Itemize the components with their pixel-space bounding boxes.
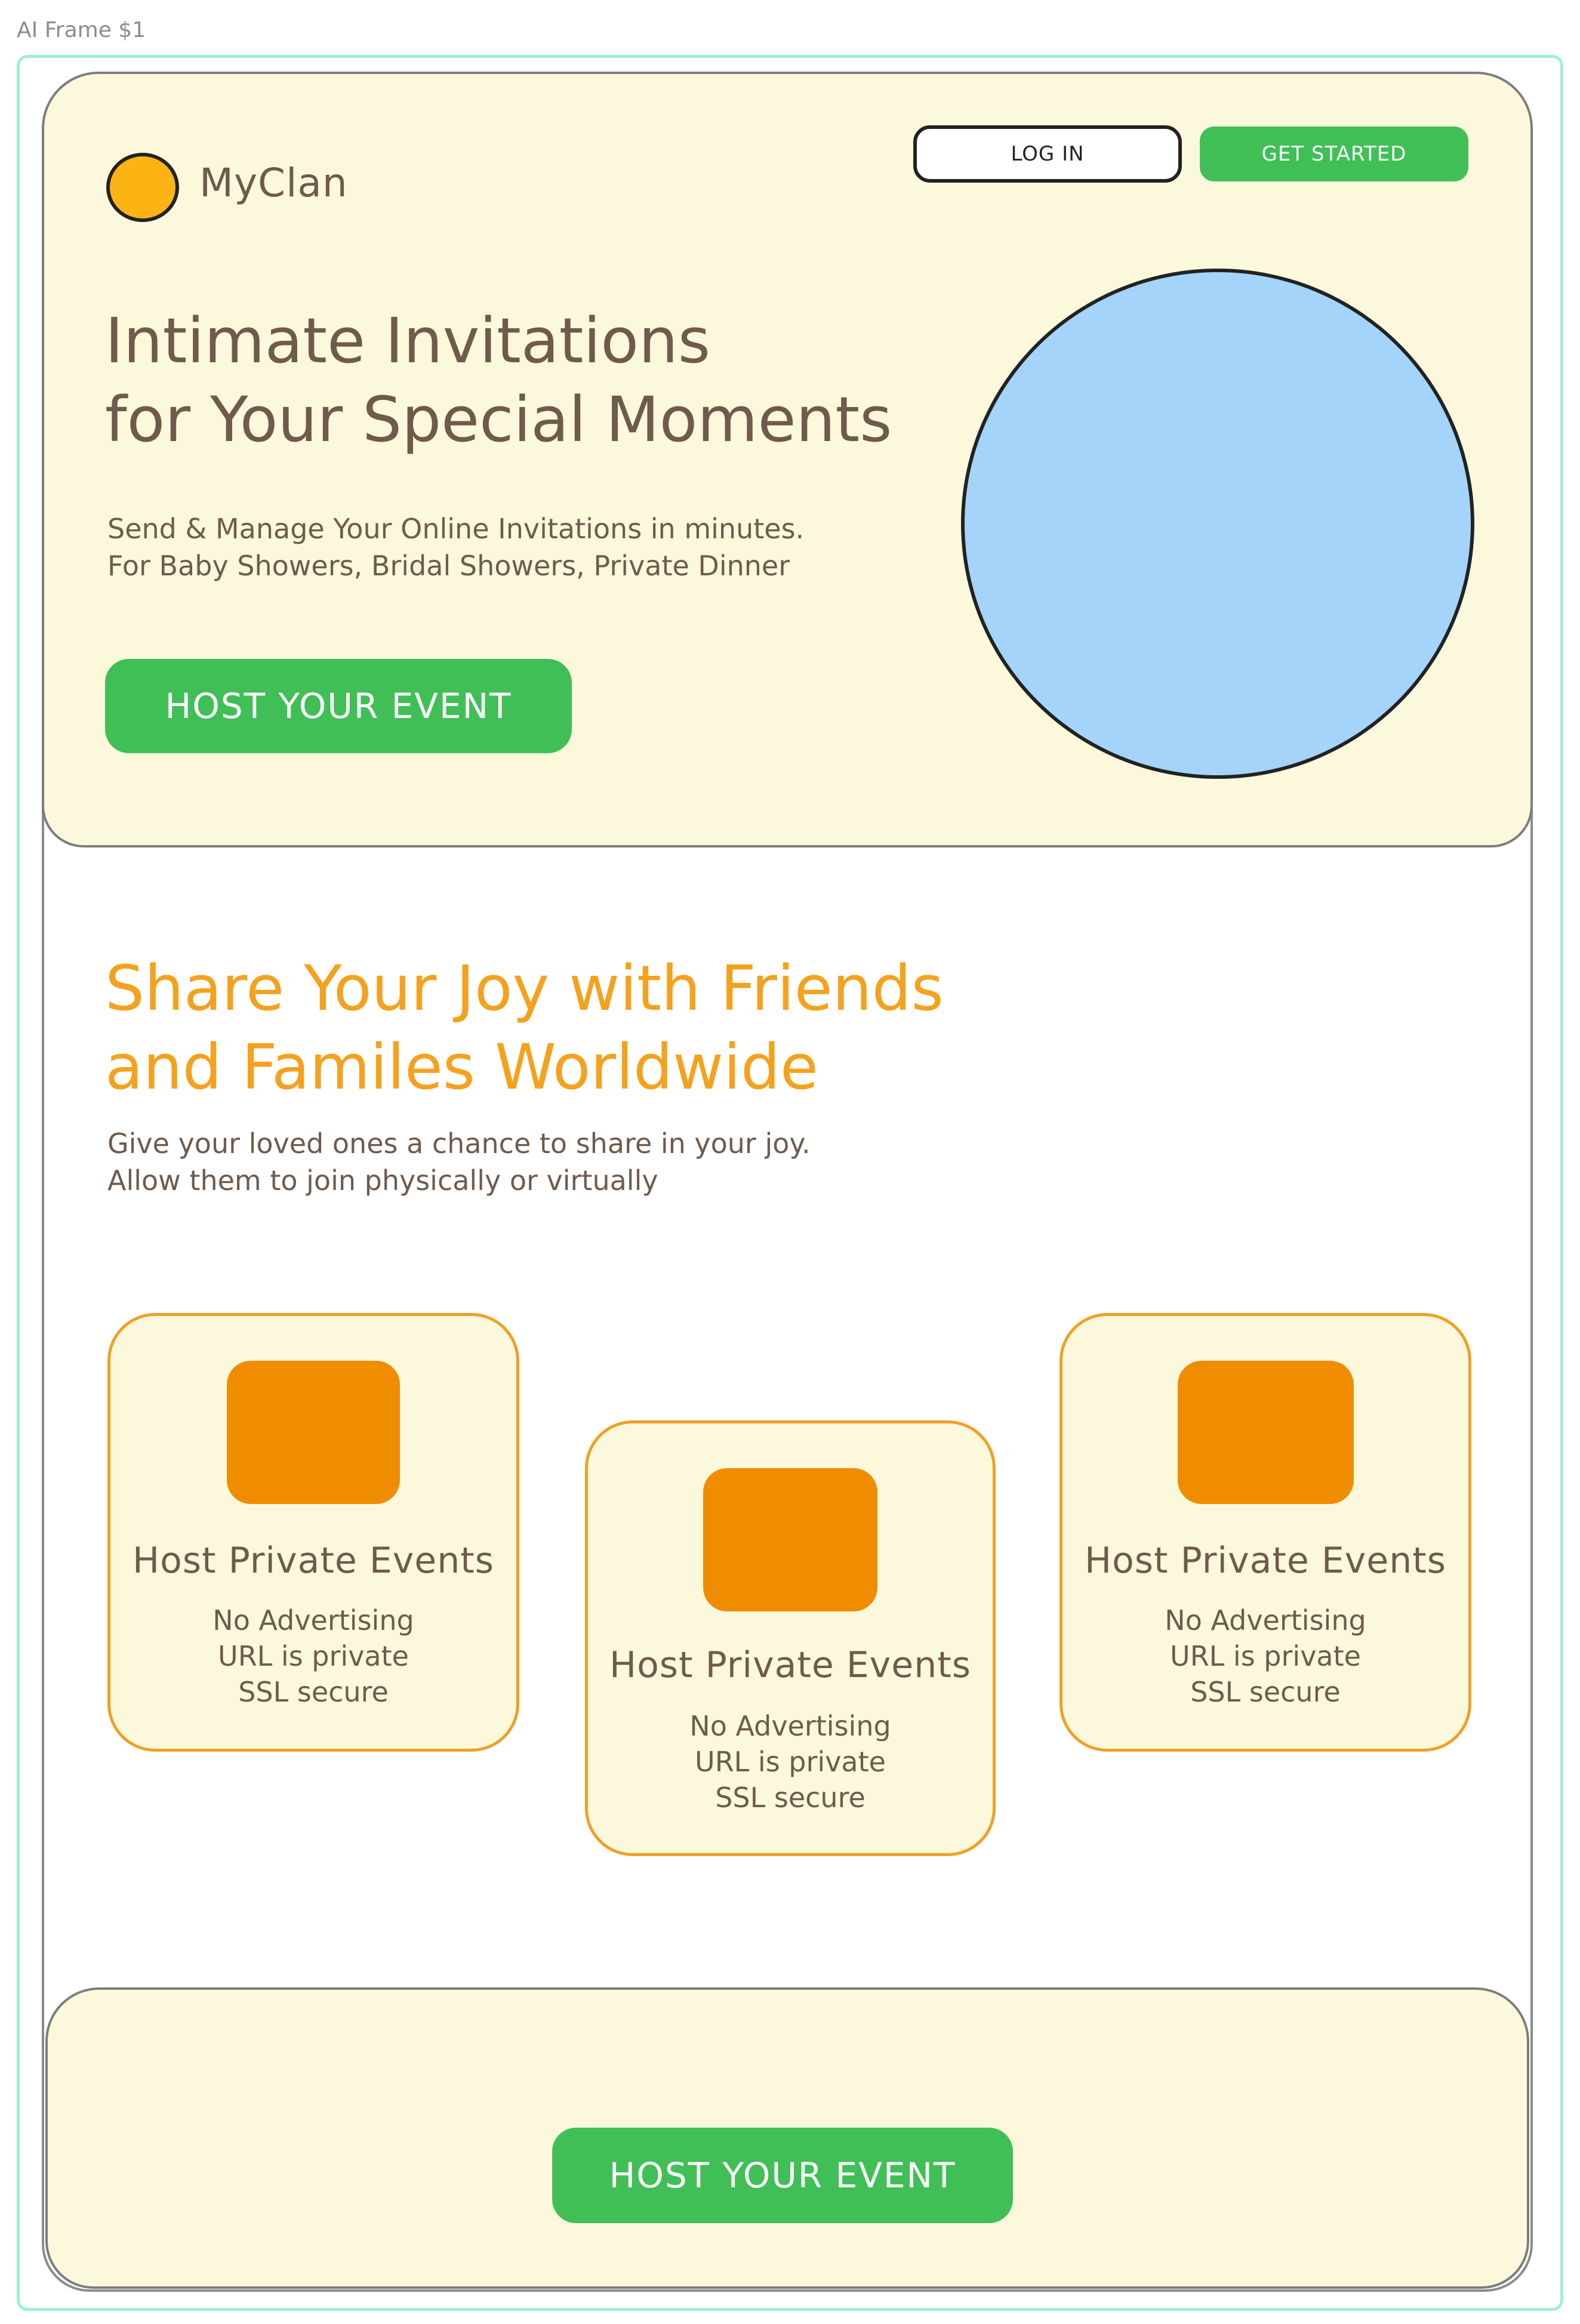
host-event-button[interactable]: HOST YOUR EVENT <box>105 659 572 753</box>
share-title-line: Share Your Joy with Friends <box>105 952 944 1025</box>
feature-card-line: URL is private <box>1170 1640 1361 1672</box>
feature-card-line: SSL secure <box>238 1676 389 1708</box>
hero-subtitle: Send & Manage Your Online Invitations in… <box>107 510 943 584</box>
feature-card-title: Host Private Events <box>1084 1540 1447 1582</box>
logo-icon <box>106 153 179 222</box>
feature-card-title: Host Private Events <box>132 1540 495 1582</box>
share-section-title: Share Your Joy with Friends and Familes … <box>105 949 1120 1106</box>
hero-title: Intimate Invitations for Your Special Mo… <box>105 301 988 459</box>
share-section-subtitle: Give your loved ones a chance to share i… <box>107 1125 943 1199</box>
hero-image-placeholder <box>961 269 1474 779</box>
hero-title-line: for Your Special Moments <box>105 383 892 456</box>
feature-image-placeholder <box>1178 1361 1354 1504</box>
share-subtitle-line: Give your loved ones a chance to share i… <box>107 1127 811 1160</box>
frame-label: AI Frame $1 <box>17 18 146 42</box>
hero-subtitle-line: Send & Manage Your Online Invitations in… <box>107 513 805 545</box>
share-title-line: and Familes Worldwide <box>105 1031 819 1104</box>
brand-name[interactable]: MyClan <box>199 160 348 206</box>
feature-image-placeholder <box>703 1468 877 1611</box>
hero-subtitle-line: For Baby Showers, Bridal Showers, Privat… <box>107 550 790 582</box>
footer-host-event-button[interactable]: HOST YOUR EVENT <box>552 2128 1013 2223</box>
login-button[interactable]: LOG IN <box>913 125 1182 183</box>
feature-card-line: No Advertising <box>689 1710 891 1742</box>
share-subtitle-line: Allow them to join physically or virtual… <box>107 1164 658 1197</box>
feature-card-title: Host Private Events <box>609 1644 972 1686</box>
feature-card-line: SSL secure <box>715 1781 866 1814</box>
get-started-button[interactable]: GET STARTED <box>1200 127 1468 181</box>
feature-card-line: No Advertising <box>1165 1604 1366 1636</box>
hero-title-line: Intimate Invitations <box>105 304 711 377</box>
feature-card-line: No Advertising <box>212 1604 414 1636</box>
feature-card-line: URL is private <box>218 1640 409 1672</box>
feature-card-line: URL is private <box>695 1746 886 1778</box>
feature-card-line: SSL secure <box>1190 1676 1341 1708</box>
feature-image-placeholder <box>227 1361 400 1504</box>
